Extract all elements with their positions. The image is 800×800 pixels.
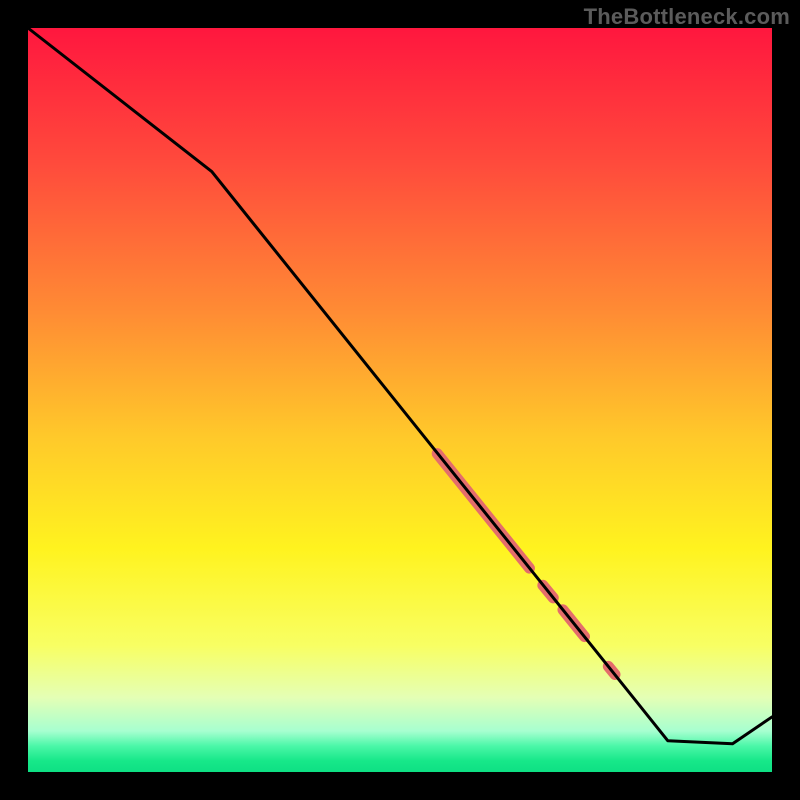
chart-container: TheBottleneck.com: [0, 0, 800, 800]
watermark-text: TheBottleneck.com: [584, 4, 790, 30]
plot-background: [28, 28, 772, 772]
bottleneck-chart: [0, 0, 800, 800]
